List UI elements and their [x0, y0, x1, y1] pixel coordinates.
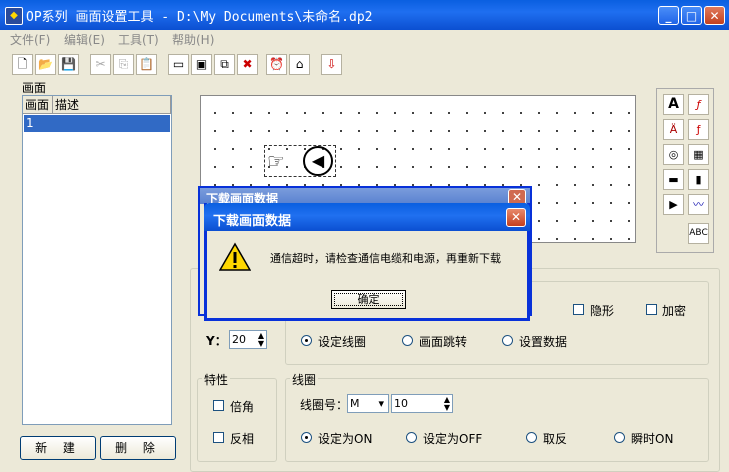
radio-screen-jump-label: 画面跳转: [419, 335, 468, 349]
screen-panel-label: 画面: [22, 81, 47, 95]
font-style-icon[interactable]: ƒ: [688, 119, 709, 140]
pattern-icon[interactable]: ▦: [688, 144, 709, 165]
radio-set-off-label: 设定为OFF: [423, 432, 483, 446]
row-id: 1: [26, 116, 34, 130]
double-angle-checkbox[interactable]: [213, 400, 224, 411]
radio-invert-label: 取反: [543, 432, 568, 446]
copy-screen-icon[interactable]: ⧉: [214, 54, 235, 75]
new-screen-button[interactable]: 新 建: [20, 436, 96, 460]
menu-tools[interactable]: 工具(T): [118, 31, 159, 48]
dialog-titlebar: 下载画面数据 ✕: [204, 203, 530, 231]
element-toolbox: A ƒ Ä ƒ ◎ ▦ ▬ ▮ ▶ 〰 ABC: [656, 88, 714, 253]
delete-screen-icon[interactable]: ✖: [237, 54, 258, 75]
cut-icon[interactable]: ✂: [90, 54, 111, 75]
inverse-label: 反相: [230, 432, 255, 446]
radio-set-off[interactable]: [406, 432, 417, 443]
maximize-button[interactable]: □: [681, 6, 702, 25]
radio-momentary-on[interactable]: [614, 432, 625, 443]
coil-number-value: 10: [394, 397, 408, 410]
radio-set-data[interactable]: [502, 335, 513, 346]
paste-icon[interactable]: 📋: [136, 54, 157, 75]
table-row[interactable]: 1: [24, 115, 170, 132]
inverse-checkbox[interactable]: [213, 432, 224, 443]
menu-help[interactable]: 帮助(H): [172, 31, 214, 48]
title-bar: ◆ OP系列 画面设置工具 - D:\My Documents\未命名.dp2: [0, 0, 729, 30]
new-file-icon[interactable]: 🗋: [12, 54, 33, 75]
text-tool-icon[interactable]: A: [663, 94, 684, 115]
rotate-text-icon[interactable]: Ä: [663, 119, 684, 140]
hidden-label: 隐形: [590, 304, 615, 318]
menu-edit[interactable]: 编辑(E): [64, 31, 105, 48]
radio-set-data-label: 设置数据: [519, 335, 568, 349]
spin-icon[interactable]: ▲ ▼: [444, 396, 450, 412]
encrypt-checkbox[interactable]: [646, 304, 657, 315]
chevron-down-icon: ▾: [378, 397, 384, 410]
coil-group-label: 线圈: [290, 371, 319, 388]
y-value: 20: [232, 333, 246, 346]
download-icon[interactable]: ⇩: [321, 54, 342, 75]
menu-file[interactable]: 文件(F): [10, 31, 50, 48]
radio-set-coil-label: 设定线圈: [318, 335, 367, 349]
back-arrow-icon: ◀: [303, 146, 333, 176]
ok-button[interactable]: 确定: [331, 290, 406, 309]
encrypt-label: 加密: [662, 304, 687, 318]
radio-set-on-label: 设定为ON: [318, 432, 373, 446]
screen-properties-icon[interactable]: ▣: [191, 54, 212, 75]
window-title: OP系列 画面设置工具 - D:\My Documents\未命名.dp2: [26, 10, 373, 25]
y-input[interactable]: 20 ▲ ▼: [229, 330, 267, 349]
pointing-hand-icon: ☞: [267, 149, 285, 173]
dialog-close-button[interactable]: ✕: [506, 208, 526, 227]
minimize-button[interactable]: _: [658, 6, 679, 25]
close-button[interactable]: ✕: [704, 6, 725, 25]
radio-set-on[interactable]: [301, 432, 312, 443]
app-icon: ◆: [5, 7, 23, 25]
double-angle-label: 倍角: [230, 400, 255, 414]
coil-type-select[interactable]: M ▾: [347, 394, 389, 413]
radio-invert[interactable]: [526, 432, 537, 443]
radio-screen-jump[interactable]: [402, 335, 413, 346]
coil-no-label: 线圈号：: [300, 398, 349, 412]
y-label: Y：: [206, 334, 227, 348]
delete-screen-button[interactable]: 删 除: [100, 436, 176, 460]
trend-chart-icon[interactable]: 〰: [688, 194, 709, 215]
numeric-display-icon[interactable]: ▬: [663, 169, 684, 190]
font-tool-icon[interactable]: ƒ: [688, 94, 709, 115]
lamp-icon[interactable]: ◎: [663, 144, 684, 165]
copy-icon[interactable]: ⎘: [113, 54, 134, 75]
warning-icon: [219, 242, 251, 271]
screen-list[interactable]: 画面 描述 1: [22, 95, 172, 425]
radio-momentary-on-label: 瞬时ON: [631, 432, 674, 446]
column-header-desc[interactable]: 描述: [53, 96, 171, 114]
features-group: [197, 378, 277, 462]
alarm-clock-icon[interactable]: ⏰: [266, 54, 287, 75]
features-group-label: 特性: [202, 371, 231, 388]
home-icon[interactable]: ⌂: [289, 54, 310, 75]
button-tool-icon[interactable]: ▶: [663, 194, 684, 215]
dialog-title: 下载画面数据: [213, 214, 292, 229]
save-icon[interactable]: 💾: [58, 54, 79, 75]
coil-group: [285, 378, 709, 462]
radio-set-coil[interactable]: [301, 335, 312, 346]
column-header-screen[interactable]: 画面: [23, 96, 53, 114]
hidden-checkbox[interactable]: [573, 304, 584, 315]
open-folder-icon[interactable]: 📂: [35, 54, 56, 75]
coil-type-value: M: [350, 397, 360, 410]
dialog-message: 通信超时，请检查通信电缆和电源，再重新下载: [270, 252, 501, 265]
spin-icon[interactable]: ▲ ▼: [258, 332, 264, 348]
new-screen-icon[interactable]: ▭: [168, 54, 189, 75]
selected-element[interactable]: ☞ ◀: [264, 145, 336, 177]
coil-number-input[interactable]: 10 ▲ ▼: [391, 394, 453, 413]
abc-icon[interactable]: ABC: [688, 223, 709, 244]
bar-icon[interactable]: ▮: [688, 169, 709, 190]
